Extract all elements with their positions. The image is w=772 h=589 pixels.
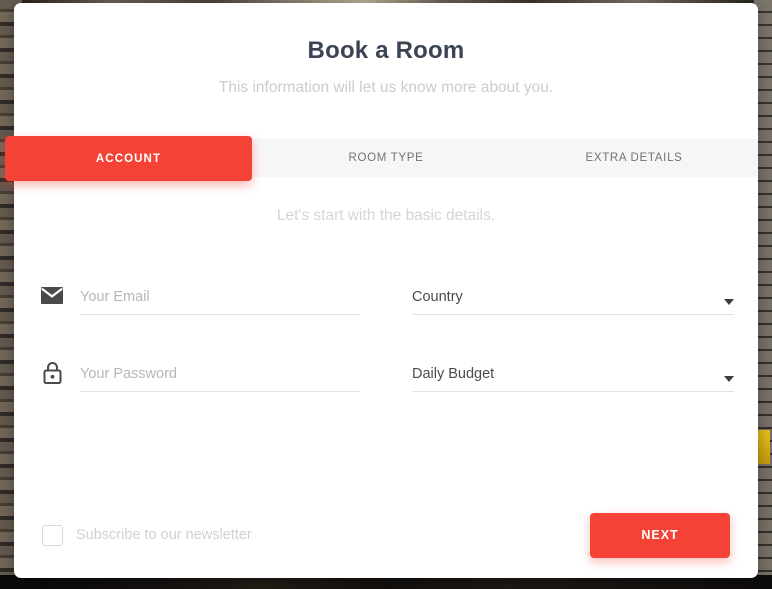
newsletter-row[interactable]: Subscribe to our newsletter	[42, 524, 252, 546]
newsletter-checkbox[interactable]	[42, 524, 63, 546]
account-form: Country Daily Budget	[14, 273, 758, 392]
country-select[interactable]: Country	[412, 287, 734, 307]
card-footer: Subscribe to our newsletter NEXT	[14, 492, 758, 578]
card-header: Book a Room This information will let us…	[14, 3, 758, 97]
email-input-wrap	[80, 287, 360, 315]
tab-extra-details[interactable]: EXTRA DETAILS	[510, 139, 758, 177]
next-button[interactable]: NEXT	[590, 512, 730, 558]
tab-room-type[interactable]: ROOM TYPE	[262, 139, 510, 177]
country-field-row: Country	[412, 273, 734, 315]
background-yellow-sign	[756, 430, 770, 464]
tab-account-slot: ACCOUNT	[5, 136, 262, 181]
form-column-left	[38, 273, 386, 392]
step-hint: Let's start with the basic details.	[276, 207, 496, 224]
envelope-icon	[38, 281, 66, 309]
booking-wizard-card: Book a Room This information will let us…	[5, 3, 758, 578]
chevron-down-icon[interactable]	[724, 376, 734, 382]
password-field-row	[38, 350, 360, 392]
chevron-down-icon[interactable]	[724, 299, 734, 305]
page-title: Book a Room	[307, 37, 465, 64]
email-field-row	[38, 273, 360, 315]
password-input[interactable]	[80, 364, 360, 384]
lock-icon	[38, 358, 66, 386]
daily-budget-select[interactable]: Daily Budget	[412, 364, 734, 384]
tab-account[interactable]: ACCOUNT	[5, 136, 252, 181]
newsletter-label: Subscribe to our newsletter	[76, 527, 252, 543]
password-input-wrap	[80, 364, 360, 392]
email-input[interactable]	[80, 287, 360, 307]
budget-field-row: Daily Budget	[412, 350, 734, 392]
wizard-body: Let's start with the basic details. Your…	[14, 177, 758, 578]
form-column-right: Country Daily Budget	[386, 273, 734, 392]
budget-select-wrap[interactable]: Daily Budget	[412, 364, 734, 392]
wizard-tabs: ACCOUNT ROOM TYPE EXTRA DETAILS	[5, 136, 758, 181]
page-subtitle: This information will let us know more a…	[218, 79, 554, 96]
country-select-wrap[interactable]: Country	[412, 287, 734, 315]
